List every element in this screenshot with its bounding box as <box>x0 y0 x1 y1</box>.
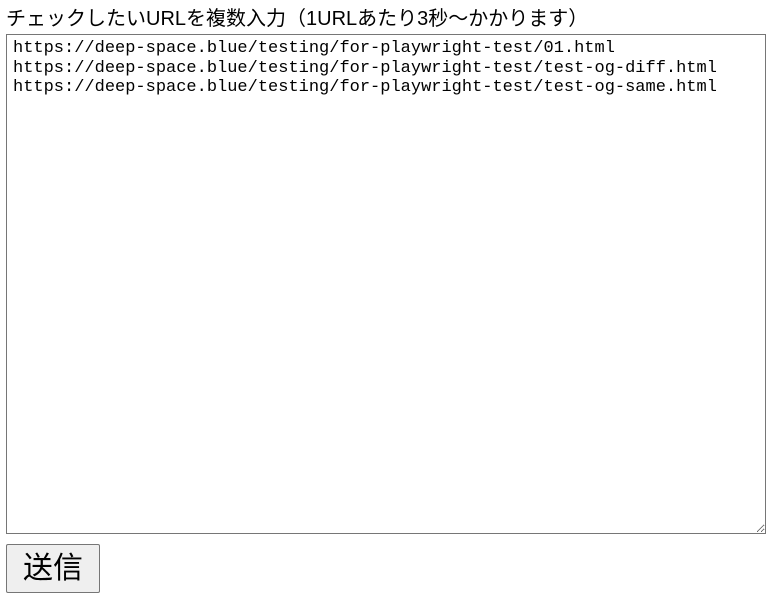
submit-button[interactable]: 送信 <box>6 544 100 593</box>
url-input-label: チェックしたいURLを複数入力（1URLあたり3秒〜かかります） <box>6 6 776 32</box>
url-textarea[interactable] <box>6 34 766 534</box>
